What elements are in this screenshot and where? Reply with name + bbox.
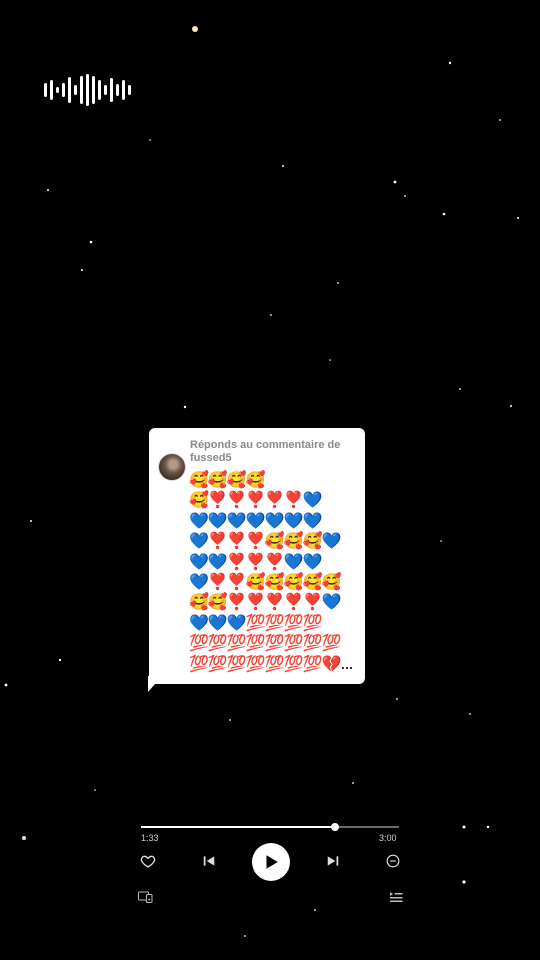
sound-wave-icon bbox=[44, 74, 131, 106]
emoji-line: 💙💙💙💯💯💯💯 bbox=[189, 612, 322, 632]
queue-list-icon[interactable] bbox=[389, 891, 403, 903]
progress-bar[interactable] bbox=[141, 823, 399, 831]
progress-fill bbox=[141, 826, 336, 828]
reply-label: Réponds au commentaire de fussed5 bbox=[190, 439, 341, 464]
elapsed-time: 1:33 bbox=[141, 833, 159, 843]
emoji-line: 💙❣️❣️🥰🥰🥰🥰🥰 bbox=[189, 571, 341, 591]
comment-emoji-text: 🥰🥰🥰🥰 🥰❣️❣️❣️❣️❣️💙 💙💙💙💙💙💙💙 💙❣️❣️❣️🥰🥰🥰💙 💙💙… bbox=[189, 470, 355, 674]
emoji-line: 💙❣️❣️❣️🥰🥰🥰💙 bbox=[189, 531, 341, 551]
avatar[interactable] bbox=[158, 453, 186, 481]
emoji-line: 🥰🥰❣️❣️❣️❣️❣️💙 bbox=[189, 592, 341, 612]
emoji-line: 🥰🥰🥰🥰 bbox=[189, 470, 266, 489]
skip-previous-icon[interactable] bbox=[202, 854, 216, 868]
heart-outline-icon[interactable] bbox=[140, 853, 156, 869]
play-button[interactable] bbox=[252, 843, 290, 881]
emoji-line: 💯💯💯💯💯💯💯💯 bbox=[189, 633, 341, 653]
connect-device-icon[interactable] bbox=[138, 891, 153, 903]
total-time: 3:00 bbox=[379, 833, 397, 843]
remove-circle-icon[interactable] bbox=[386, 854, 400, 868]
emoji-line: 💙💙💙💙💙💙💙 bbox=[189, 510, 322, 530]
emoji-line: 💙💙❣️❣️❣️💙💙 bbox=[189, 551, 322, 571]
skip-next-icon[interactable] bbox=[326, 854, 340, 868]
emoji-line: 🥰❣️❣️❣️❣️❣️💙 bbox=[189, 490, 322, 510]
comment-reply-card[interactable]: Réponds au commentaire de fussed5 🥰🥰🥰🥰 🥰… bbox=[149, 428, 365, 684]
play-icon bbox=[266, 855, 278, 869]
progress-thumb[interactable] bbox=[331, 823, 340, 831]
emoji-line: 💯💯💯💯💯💯💯💔... bbox=[189, 653, 354, 673]
